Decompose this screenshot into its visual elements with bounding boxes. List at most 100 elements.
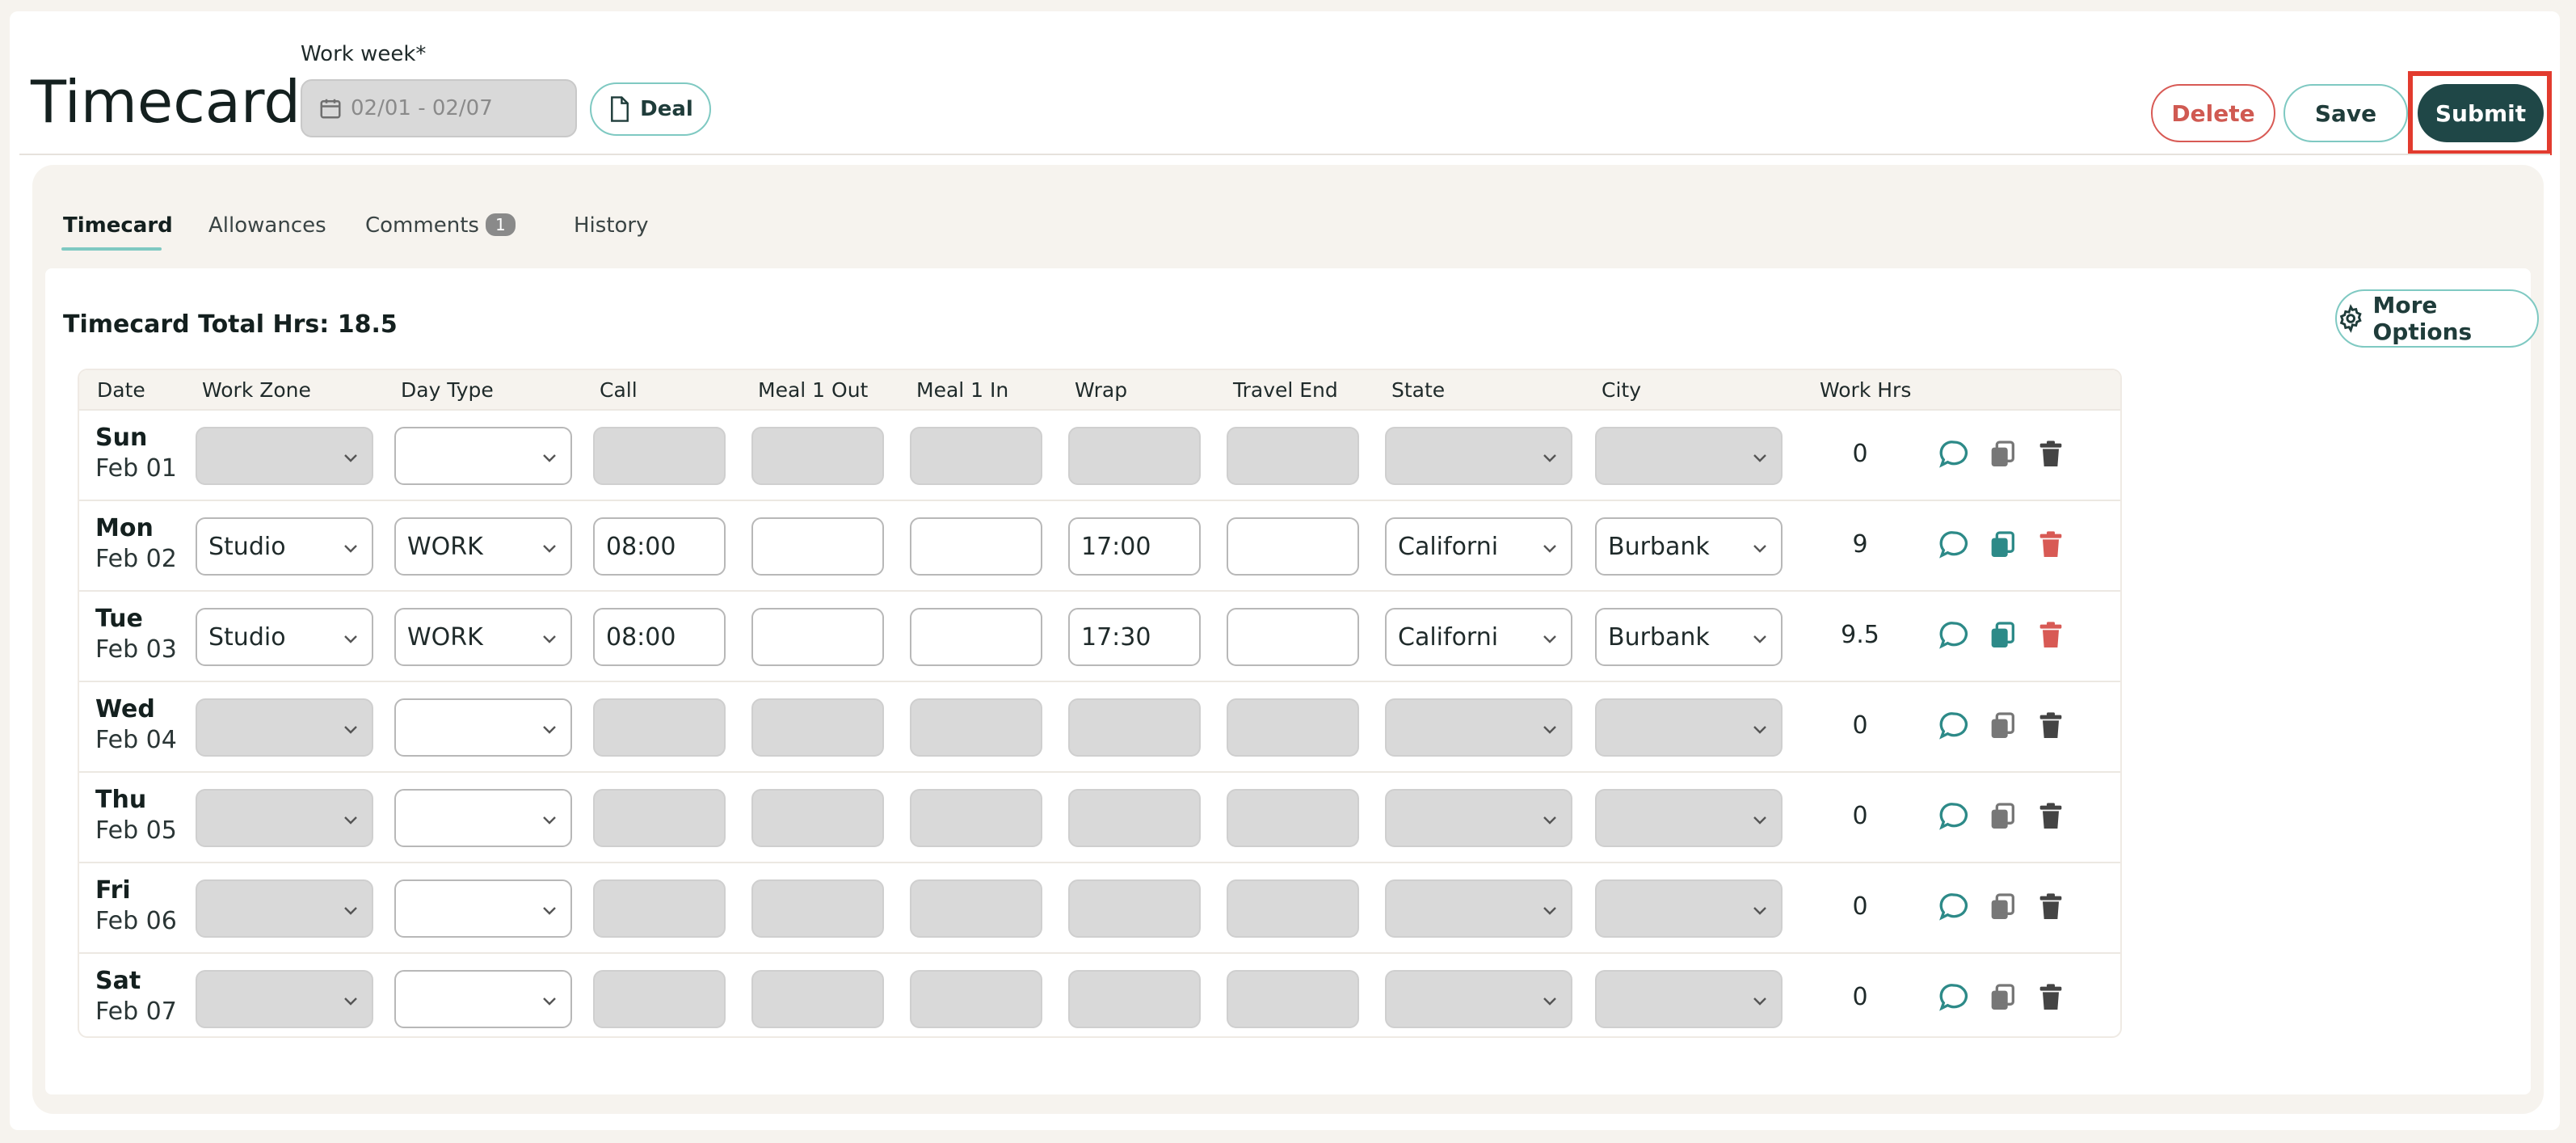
meal1-in-input[interactable] <box>910 517 1042 576</box>
comment-icon[interactable] <box>1938 891 1970 923</box>
document-icon <box>611 96 629 122</box>
save-button[interactable]: Save <box>2283 84 2408 142</box>
city-select[interactable]: Burbank <box>1595 608 1783 666</box>
call-input[interactable] <box>593 698 726 757</box>
travel-end-input[interactable] <box>1227 879 1359 938</box>
copy-icon[interactable] <box>1986 981 2018 1014</box>
travel-end-input[interactable] <box>1227 970 1359 1028</box>
work-zone-select[interactable]: Studio <box>196 608 373 666</box>
city-select[interactable] <box>1595 879 1783 938</box>
city-select[interactable] <box>1595 698 1783 757</box>
city-select[interactable] <box>1595 789 1783 847</box>
day-type-select[interactable]: WORK <box>394 517 572 576</box>
travel-end-input[interactable] <box>1227 427 1359 485</box>
meal1-out-input[interactable] <box>751 970 884 1028</box>
meal1-out-input[interactable] <box>751 608 884 666</box>
meal1-in-input[interactable] <box>910 698 1042 757</box>
deal-button[interactable]: Deal <box>590 82 711 136</box>
col-meal1-in: Meal 1 In <box>916 378 1009 402</box>
meal1-in-input[interactable] <box>910 970 1042 1028</box>
state-select[interactable] <box>1385 698 1572 757</box>
copy-icon[interactable] <box>1986 891 2018 923</box>
trash-icon[interactable] <box>2035 800 2067 833</box>
city-select[interactable] <box>1595 970 1783 1028</box>
comment-icon[interactable] <box>1938 800 1970 833</box>
trash-icon[interactable] <box>2035 619 2067 652</box>
wrap-input[interactable] <box>1068 970 1201 1028</box>
copy-icon[interactable] <box>1986 438 2018 470</box>
state-select[interactable] <box>1385 427 1572 485</box>
wrap-input[interactable]: 17:00 <box>1068 517 1201 576</box>
comment-icon[interactable] <box>1938 981 1970 1014</box>
work-zone-select[interactable] <box>196 427 373 485</box>
meal1-in-input[interactable] <box>910 608 1042 666</box>
comment-icon[interactable] <box>1938 438 1970 470</box>
wrap-input[interactable] <box>1068 698 1201 757</box>
trash-icon[interactable] <box>2035 529 2067 561</box>
meal1-out-input[interactable] <box>751 517 884 576</box>
meal1-out-input[interactable] <box>751 698 884 757</box>
wrap-input[interactable] <box>1068 789 1201 847</box>
call-input[interactable]: 08:00 <box>593 517 726 576</box>
tab-history[interactable]: History <box>574 213 649 238</box>
table-row: Fri Feb 06 0 <box>79 862 2120 954</box>
meal1-out-input[interactable] <box>751 789 884 847</box>
copy-icon[interactable] <box>1986 710 2018 742</box>
city-select[interactable] <box>1595 427 1783 485</box>
tab-allowances[interactable]: Allowances <box>208 213 326 238</box>
more-options-button[interactable]: More Options <box>2335 289 2539 348</box>
work-zone-select[interactable] <box>196 789 373 847</box>
state-select[interactable] <box>1385 789 1572 847</box>
work-week-input[interactable]: 02/01 - 02/07 <box>301 79 577 137</box>
meal1-out-input[interactable] <box>751 427 884 485</box>
travel-end-input[interactable] <box>1227 608 1359 666</box>
day-type-select[interactable] <box>394 879 572 938</box>
travel-end-input[interactable] <box>1227 698 1359 757</box>
work-zone-select[interactable] <box>196 698 373 757</box>
copy-icon[interactable] <box>1986 619 2018 652</box>
tab-timecard[interactable]: Timecard <box>63 213 173 238</box>
work-zone-select[interactable] <box>196 879 373 938</box>
trash-icon[interactable] <box>2035 710 2067 742</box>
meal1-in-input[interactable] <box>910 789 1042 847</box>
meal1-in-input[interactable] <box>910 879 1042 938</box>
state-select[interactable] <box>1385 879 1572 938</box>
chevron-down-icon <box>1543 545 1556 553</box>
day-type-select[interactable] <box>394 698 572 757</box>
row-date: Feb 05 <box>95 816 177 845</box>
day-type-select[interactable] <box>394 970 572 1028</box>
call-input[interactable] <box>593 789 726 847</box>
copy-icon[interactable] <box>1986 529 2018 561</box>
work-zone-select[interactable] <box>196 970 373 1028</box>
comment-icon[interactable] <box>1938 710 1970 742</box>
meal1-in-input[interactable] <box>910 427 1042 485</box>
state-select[interactable]: Californi <box>1385 517 1572 576</box>
wrap-input[interactable] <box>1068 427 1201 485</box>
day-type-select[interactable] <box>394 789 572 847</box>
call-input[interactable] <box>593 879 726 938</box>
travel-end-input[interactable] <box>1227 789 1359 847</box>
wrap-input[interactable] <box>1068 879 1201 938</box>
state-select[interactable]: Californi <box>1385 608 1572 666</box>
trash-icon[interactable] <box>2035 891 2067 923</box>
call-input[interactable] <box>593 427 726 485</box>
city-select[interactable]: Burbank <box>1595 517 1783 576</box>
work-zone-select[interactable]: Studio <box>196 517 373 576</box>
delete-button[interactable]: Delete <box>2151 84 2275 142</box>
meal1-out-input[interactable] <box>751 879 884 938</box>
copy-icon[interactable] <box>1986 800 2018 833</box>
comment-icon[interactable] <box>1938 619 1970 652</box>
trash-icon[interactable] <box>2035 438 2067 470</box>
travel-end-input[interactable] <box>1227 517 1359 576</box>
trash-icon[interactable] <box>2035 981 2067 1014</box>
comment-icon[interactable] <box>1938 529 1970 561</box>
day-type-select[interactable] <box>394 427 572 485</box>
day-type-select[interactable]: WORK <box>394 608 572 666</box>
call-input[interactable] <box>593 970 726 1028</box>
call-input[interactable]: 08:00 <box>593 608 726 666</box>
wrap-input[interactable]: 17:30 <box>1068 608 1201 666</box>
page-title: Timecard <box>31 68 301 136</box>
state-select[interactable] <box>1385 970 1572 1028</box>
tab-comments[interactable]: Comments 1 <box>365 213 516 238</box>
row-date: Feb 04 <box>95 726 177 754</box>
